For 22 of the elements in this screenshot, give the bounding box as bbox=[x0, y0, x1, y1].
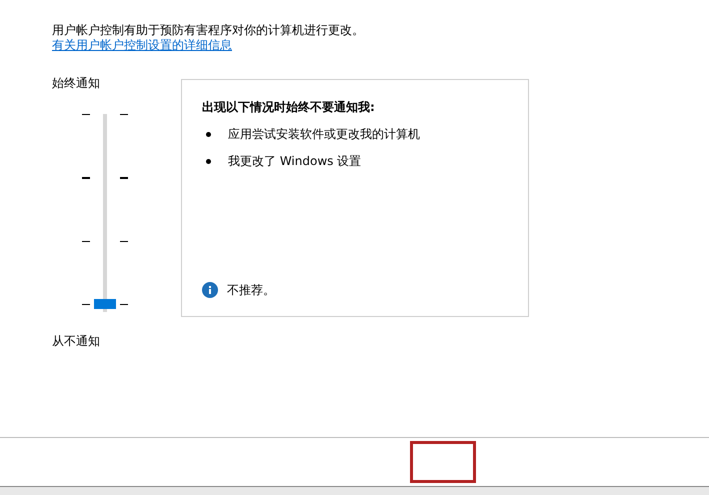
slider-thumb[interactable] bbox=[94, 299, 116, 309]
panel-title: 出现以下情况时始终不要通知我: bbox=[202, 100, 376, 115]
tick-mark bbox=[120, 114, 128, 115]
tick-mark bbox=[82, 240, 90, 242]
bullet-icon bbox=[206, 159, 211, 164]
tick-mark bbox=[82, 304, 90, 305]
list-item-text: 应用尝试安装软件或更改我的计算机 bbox=[228, 127, 420, 142]
note-text: 不推荐。 bbox=[227, 282, 275, 298]
tick-mark bbox=[82, 114, 90, 115]
description-text: 用户帐户控制有助于预防有害程序对你的计算机进行更改。 bbox=[52, 23, 365, 38]
tick-mark bbox=[120, 177, 128, 180]
tick-mark bbox=[120, 304, 128, 305]
details-link[interactable]: 有关用户帐户控制设置的详细信息 bbox=[52, 38, 232, 53]
slider-top-label: 始终通知 bbox=[52, 76, 101, 91]
bullet-icon bbox=[206, 132, 211, 137]
tick-mark bbox=[120, 240, 128, 242]
info-icon bbox=[202, 282, 218, 298]
slider-track[interactable] bbox=[103, 114, 107, 312]
slider-bottom-label: 从不通知 bbox=[52, 334, 101, 349]
dialog-button[interactable] bbox=[410, 441, 476, 483]
tick-mark bbox=[82, 177, 90, 180]
list-item-text: 我更改了 Windows 设置 bbox=[228, 154, 362, 169]
